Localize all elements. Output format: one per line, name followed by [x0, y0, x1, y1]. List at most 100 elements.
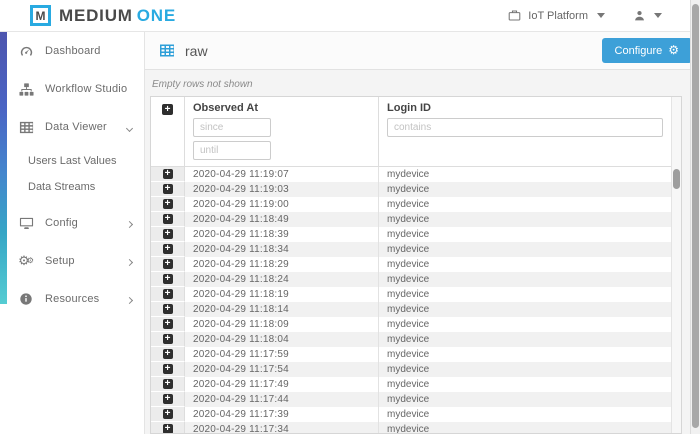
- observed-at-cell: 2020-04-29 11:18:39: [185, 227, 379, 242]
- sidebar-item-setup[interactable]: Setup: [0, 242, 144, 280]
- sidebar-item-label: Workflow Studio: [45, 83, 127, 95]
- gears-icon: [18, 255, 34, 268]
- table-row: 2020-04-29 11:18:39 mydevice: [151, 227, 671, 242]
- expand-cell: [151, 272, 185, 287]
- expand-row-button[interactable]: [163, 379, 173, 389]
- sidebar-accent-strip: [0, 32, 7, 304]
- table-row: 2020-04-29 11:17:59 mydevice: [151, 347, 671, 362]
- expand-cell: [151, 227, 185, 242]
- expand-row-button[interactable]: [163, 244, 173, 254]
- sidebar-item-data-streams[interactable]: Data Streams: [0, 174, 144, 200]
- sidebar-item-resources[interactable]: Resources: [0, 280, 144, 318]
- expand-row-button[interactable]: [163, 334, 173, 344]
- expand-cell: [151, 407, 185, 422]
- sidebar-item-data-viewer[interactable]: Data Viewer: [0, 108, 144, 146]
- expand-cell: [151, 362, 185, 377]
- contains-filter-input[interactable]: [387, 118, 663, 137]
- expand-cell: [151, 347, 185, 362]
- login-id-cell: mydevice: [379, 287, 671, 302]
- table-row: 2020-04-29 11:18:14 mydevice: [151, 302, 671, 317]
- observed-at-cell: 2020-04-29 11:18:14: [185, 302, 379, 317]
- sidebar-item-dashboard[interactable]: Dashboard: [0, 32, 144, 70]
- expand-all-button[interactable]: [162, 104, 173, 115]
- expand-row-button[interactable]: [163, 349, 173, 359]
- table-scrollbar-thumb[interactable]: [673, 169, 680, 189]
- login-id-column-header: Login ID: [379, 97, 671, 166]
- page-scrollbar-thumb[interactable]: [692, 4, 699, 428]
- sub-item-label: Data Streams: [28, 181, 95, 193]
- observed-at-cell: 2020-04-29 11:17:59: [185, 347, 379, 362]
- sidebar-item-users-last-values[interactable]: Users Last Values: [0, 148, 144, 174]
- chevron-right-icon: [127, 214, 132, 232]
- login-id-cell: mydevice: [379, 167, 671, 182]
- observed-at-cell: 2020-04-29 11:17:39: [185, 407, 379, 422]
- table-row: 2020-04-29 11:19:03 mydevice: [151, 182, 671, 197]
- login-id-cell: mydevice: [379, 347, 671, 362]
- observed-at-cell: 2020-04-29 11:19:03: [185, 182, 379, 197]
- platform-selector[interactable]: IoT Platform: [506, 9, 605, 22]
- observed-at-cell: 2020-04-29 11:18:19: [185, 287, 379, 302]
- user-menu[interactable]: [631, 9, 662, 22]
- chevron-down-icon: [127, 118, 132, 136]
- brand-one: ONE: [137, 6, 176, 25]
- expand-row-button[interactable]: [163, 169, 173, 179]
- app-window: M MEDIUMONE IoT Platform: [0, 0, 700, 434]
- table-row: 2020-04-29 11:17:39 mydevice: [151, 407, 671, 422]
- configure-button[interactable]: Configure: [602, 38, 692, 63]
- table-scrollbar: [671, 97, 681, 433]
- expand-row-button[interactable]: [163, 259, 173, 269]
- table-row: 2020-04-29 11:18:09 mydevice: [151, 317, 671, 332]
- sidebar-item-config[interactable]: Config: [0, 204, 144, 242]
- expand-row-button[interactable]: [163, 304, 173, 314]
- observed-at-cell: 2020-04-29 11:19:07: [185, 167, 379, 182]
- expand-cell: [151, 182, 185, 197]
- expand-row-button[interactable]: [163, 424, 173, 433]
- sidebar-item-label: Dashboard: [45, 45, 101, 57]
- login-id-cell: mydevice: [379, 392, 671, 407]
- chevron-right-icon: [127, 252, 132, 270]
- observed-at-cell: 2020-04-29 11:17:44: [185, 392, 379, 407]
- expand-cell: [151, 317, 185, 332]
- chevron-down-icon: [597, 13, 605, 18]
- expand-row-button[interactable]: [163, 214, 173, 224]
- expand-row-button[interactable]: [163, 319, 173, 329]
- content-header: raw Configure: [145, 32, 700, 70]
- table-row: 2020-04-29 11:18:34 mydevice: [151, 242, 671, 257]
- table-body: 2020-04-29 11:19:07 mydevice 2020-04-29 …: [151, 167, 671, 433]
- expand-cell: [151, 242, 185, 257]
- empty-rows-note: Empty rows not shown: [145, 70, 700, 96]
- briefcase-icon: [506, 9, 522, 22]
- sidebar-item-label: Setup: [45, 255, 75, 267]
- expand-row-button[interactable]: [163, 184, 173, 194]
- expand-row-button[interactable]: [163, 274, 173, 284]
- brand-logo[interactable]: M MEDIUMONE: [30, 5, 176, 26]
- table-row: 2020-04-29 11:17:49 mydevice: [151, 377, 671, 392]
- column-header-label: Login ID: [387, 102, 663, 114]
- expand-cell: [151, 392, 185, 407]
- sidebar-item-workflow-studio[interactable]: Workflow Studio: [0, 70, 144, 108]
- observed-at-cell: 2020-04-29 11:19:00: [185, 197, 379, 212]
- expand-row-button[interactable]: [163, 289, 173, 299]
- expand-cell: [151, 197, 185, 212]
- platform-label: IoT Platform: [528, 10, 588, 22]
- gear-icon: [668, 44, 679, 57]
- expand-row-button[interactable]: [163, 199, 173, 209]
- expand-row-button[interactable]: [163, 394, 173, 404]
- login-id-cell: mydevice: [379, 407, 671, 422]
- login-id-cell: mydevice: [379, 377, 671, 392]
- expand-row-button[interactable]: [163, 364, 173, 374]
- brand-medium: MEDIUM: [59, 6, 133, 25]
- user-icon: [631, 9, 647, 22]
- column-header-label: Observed At: [193, 102, 370, 114]
- expand-row-button[interactable]: [163, 409, 173, 419]
- observed-at-cell: 2020-04-29 11:18:49: [185, 212, 379, 227]
- expand-cell: [151, 422, 185, 433]
- login-id-cell: mydevice: [379, 182, 671, 197]
- configure-button-label: Configure: [615, 45, 663, 57]
- expand-row-button[interactable]: [163, 229, 173, 239]
- observed-at-cell: 2020-04-29 11:18:29: [185, 257, 379, 272]
- until-filter-input[interactable]: [193, 141, 271, 160]
- sidebar: Dashboard Workflow Studio Data Viewer: [0, 32, 145, 434]
- sub-item-label: Users Last Values: [28, 155, 116, 167]
- since-filter-input[interactable]: [193, 118, 271, 137]
